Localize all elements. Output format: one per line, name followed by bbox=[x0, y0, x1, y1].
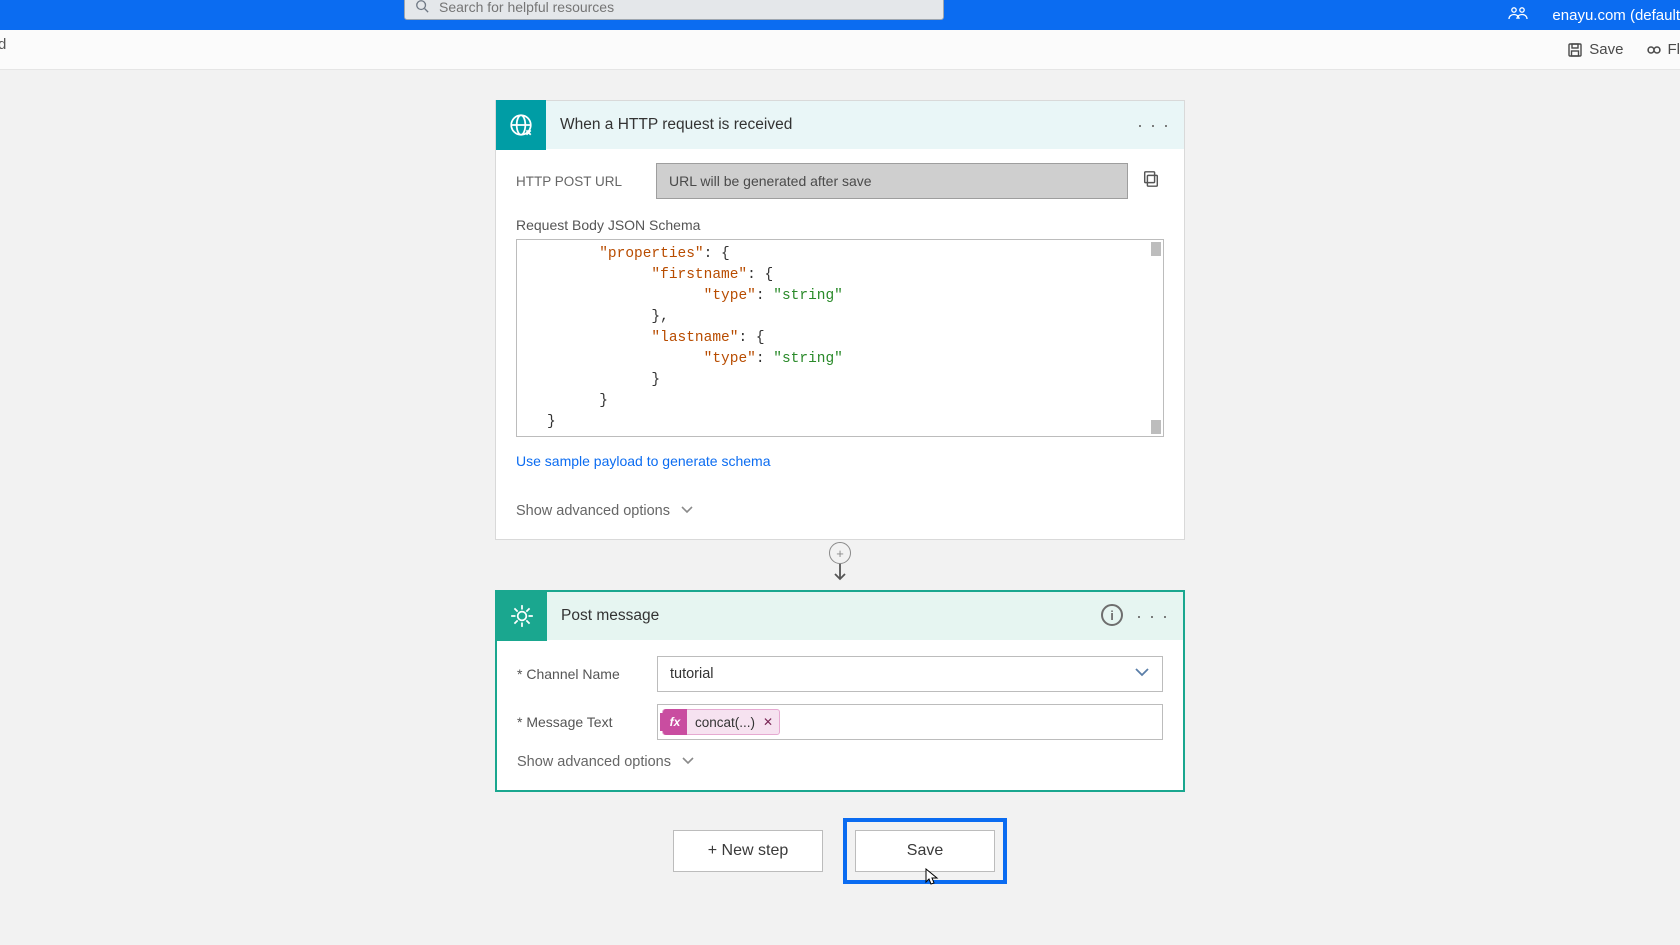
http-show-advanced[interactable]: Show advanced options bbox=[516, 503, 1164, 519]
search-icon bbox=[415, 0, 429, 16]
directory-icon bbox=[1508, 6, 1528, 25]
channel-name-label: Channel Name bbox=[517, 666, 657, 682]
advanced-label: Show advanced options bbox=[516, 503, 670, 519]
info-icon[interactable]: i bbox=[1101, 604, 1123, 626]
save-button-highlight: Save bbox=[843, 818, 1007, 884]
http-trigger-card: When a HTTP request is received · · · HT… bbox=[495, 100, 1185, 540]
search-input[interactable] bbox=[439, 0, 933, 15]
chevron-down-icon bbox=[1134, 666, 1150, 682]
arrow-down-icon bbox=[833, 564, 847, 582]
app-top-bar: enayu.com (default bbox=[0, 0, 1680, 30]
breadcrumb-fragment: d bbox=[0, 36, 6, 53]
url-label: HTTP POST URL bbox=[516, 174, 656, 189]
advanced-label: Show advanced options bbox=[517, 754, 671, 770]
save-button-label: Save bbox=[907, 842, 943, 860]
flow-connector: + bbox=[829, 542, 851, 588]
http-card-menu[interactable]: · · · bbox=[1137, 115, 1170, 136]
copy-url-button[interactable] bbox=[1142, 170, 1164, 193]
url-placeholder-text: URL will be generated after save bbox=[669, 173, 872, 189]
channel-name-select[interactable]: tutorial bbox=[657, 656, 1163, 692]
url-readonly-field: URL will be generated after save bbox=[656, 163, 1128, 199]
scrollbar-thumb-top[interactable] bbox=[1151, 242, 1161, 256]
global-search[interactable] bbox=[404, 0, 944, 20]
slack-show-advanced[interactable]: Show advanced options bbox=[517, 754, 1163, 770]
post-message-card: Post message i · · · Channel Name tutori… bbox=[495, 590, 1185, 792]
http-icon bbox=[496, 100, 546, 150]
slack-card-title: Post message bbox=[561, 607, 659, 625]
channel-name-value: tutorial bbox=[670, 666, 714, 682]
chevron-down-icon bbox=[681, 754, 695, 770]
flow-checker-label: Fl bbox=[1668, 41, 1680, 58]
schema-textarea[interactable]: "properties": { "firstname": { "type": "… bbox=[516, 239, 1164, 437]
flow-checker-command[interactable]: Fl bbox=[1646, 41, 1680, 58]
new-step-label: + New step bbox=[708, 842, 788, 860]
save-button[interactable]: Save bbox=[855, 830, 995, 872]
expression-token[interactable]: fx concat(...) ✕ bbox=[662, 709, 780, 735]
command-bar: Save Fl bbox=[0, 30, 1680, 70]
scrollbar-thumb-bottom[interactable] bbox=[1151, 420, 1161, 434]
slack-card-menu[interactable]: · · · bbox=[1136, 606, 1169, 627]
slack-icon bbox=[497, 591, 547, 641]
remove-token-button[interactable]: ✕ bbox=[763, 715, 773, 729]
message-text-input[interactable]: fx concat(...) ✕ bbox=[657, 704, 1163, 740]
chevron-down-icon bbox=[680, 503, 694, 519]
use-sample-payload-link[interactable]: Use sample payload to generate schema bbox=[516, 453, 1164, 469]
add-step-between-button[interactable]: + bbox=[829, 542, 851, 564]
save-command-label: Save bbox=[1589, 41, 1623, 58]
new-step-button[interactable]: + New step bbox=[673, 830, 823, 872]
org-label[interactable]: enayu.com (default bbox=[1552, 7, 1680, 24]
message-text-label: Message Text bbox=[517, 714, 657, 730]
save-command[interactable]: Save bbox=[1567, 41, 1623, 58]
schema-label: Request Body JSON Schema bbox=[516, 217, 1164, 233]
fx-icon: fx bbox=[663, 709, 687, 735]
http-card-title: When a HTTP request is received bbox=[560, 116, 792, 134]
token-text: concat(...) bbox=[695, 715, 755, 730]
